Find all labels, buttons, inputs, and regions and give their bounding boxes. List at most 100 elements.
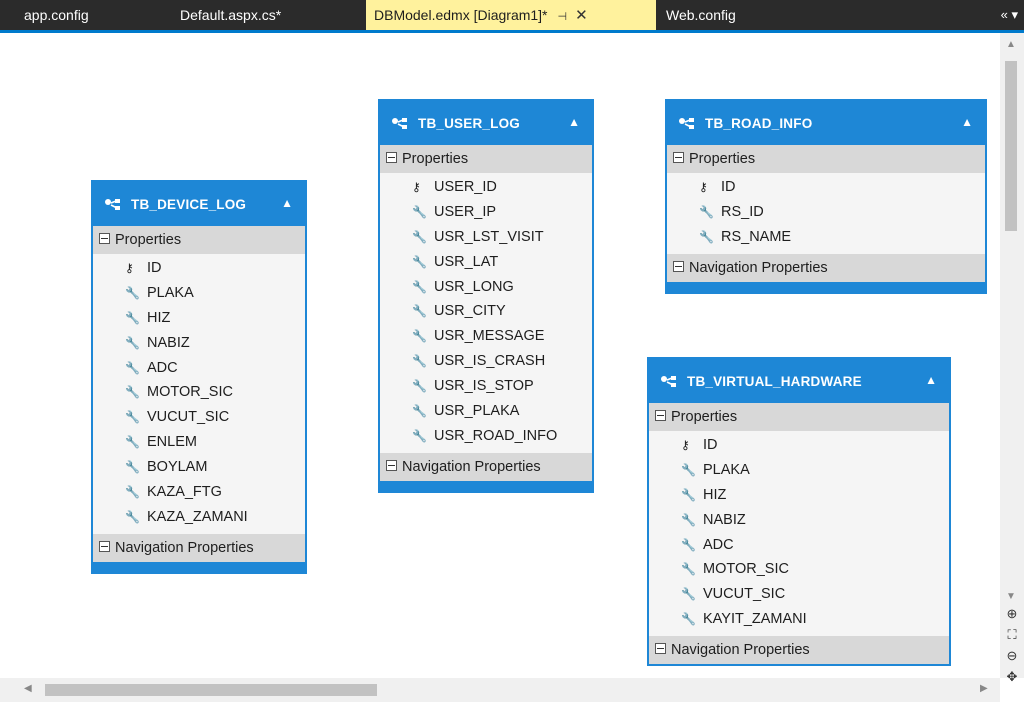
scroll-down-icon[interactable]: ▼ <box>1006 591 1016 602</box>
property-row[interactable]: 🔧 USR_IS_STOP <box>380 374 592 399</box>
property-row[interactable]: 🔧 USR_ROAD_INFO <box>380 424 592 449</box>
tab-dbmodel-edmx[interactable]: DBModel.edmx [Diagram1]* ⊣ ✕ <box>366 0 656 30</box>
collapse-section-icon[interactable] <box>655 410 666 422</box>
collapse-section-icon[interactable] <box>655 643 666 655</box>
vertical-scroll-thumb[interactable] <box>1005 61 1017 231</box>
entity-header[interactable]: TB_ROAD_INFO ▲ <box>667 101 985 145</box>
property-row[interactable]: 🔧 ADC <box>93 356 305 381</box>
close-icon[interactable]: ✕ <box>575 7 588 24</box>
entity-tb-user-log[interactable]: TB_USER_LOG ▲ Properties ⚷ USER_ID 🔧 USER_I… <box>378 99 594 493</box>
property-row[interactable]: 🔧 USR_LAT <box>380 250 592 275</box>
property-row[interactable]: 🔧 RS_NAME <box>667 225 985 250</box>
property-row[interactable]: 🔧 PLAKA <box>93 281 305 306</box>
key-icon: ⚷ <box>699 180 708 194</box>
diagram-canvas[interactable]: TB_DEVICE_LOG ▲ Properties ⚷ ID 🔧 PLAKA 🔧 HIZ… <box>0 33 998 678</box>
vertical-scrollbar[interactable]: ▲ ▼ <box>1000 33 1024 678</box>
collapse-section-icon[interactable] <box>673 152 684 164</box>
chevron-up-icon[interactable]: ▲ <box>281 196 293 210</box>
property-row[interactable]: 🔧 ADC <box>649 533 949 558</box>
wrench-icon: 🔧 <box>681 512 696 527</box>
navigation-properties-section[interactable]: Navigation Properties <box>649 636 949 665</box>
zoom-in-icon[interactable]: ⊕ <box>1000 603 1024 624</box>
property-row[interactable]: 🔧 NABIZ <box>93 331 305 356</box>
property-row[interactable]: 🔧 RS_ID <box>667 200 985 225</box>
property-row[interactable]: ⚷ USER_ID <box>380 175 592 200</box>
property-name: USR_ROAD_INFO <box>434 427 558 444</box>
zoom-fit-icon[interactable]: ⛶ <box>1000 624 1024 645</box>
collapse-section-icon[interactable] <box>386 459 397 471</box>
property-row[interactable]: 🔧 USR_IS_CRASH <box>380 349 592 374</box>
property-row[interactable]: 🔧 PLAKA <box>649 458 949 483</box>
tab-web-config[interactable]: Web.config <box>658 0 744 30</box>
properties-section[interactable]: Properties <box>649 403 949 431</box>
entity-tb-device-log[interactable]: TB_DEVICE_LOG ▲ Properties ⚷ ID 🔧 PLAKA 🔧 HIZ… <box>91 180 307 574</box>
dropdown-icon[interactable]: ▾ <box>1011 7 1018 22</box>
property-row[interactable]: 🔧 USR_PLAKA <box>380 399 592 424</box>
property-row[interactable]: ⚷ ID <box>667 175 985 200</box>
property-row[interactable]: ⚷ ID <box>649 433 949 458</box>
property-row[interactable]: ⚷ ID <box>93 256 305 281</box>
property-row[interactable]: 🔧 MOTOR_SIC <box>649 557 949 582</box>
entity-header[interactable]: TB_USER_LOG ▲ <box>380 101 592 145</box>
key-icon: ⚷ <box>412 180 421 194</box>
property-row[interactable]: 🔧 HIZ <box>649 483 949 508</box>
collapse-section-icon[interactable] <box>673 260 684 272</box>
property-name: USR_LAT <box>434 253 499 270</box>
chevron-up-icon[interactable]: ▲ <box>961 115 973 129</box>
navigation-properties-section[interactable]: Navigation Properties <box>667 253 985 282</box>
properties-section[interactable]: Properties <box>93 226 305 254</box>
property-row[interactable]: 🔧 VUCUT_SIC <box>93 405 305 430</box>
properties-section[interactable]: Properties <box>667 145 985 173</box>
entity-header[interactable]: TB_VIRTUAL_HARDWARE ▲ <box>649 359 949 403</box>
property-name: MOTOR_SIC <box>703 561 789 578</box>
tab-default-aspx-cs[interactable]: Default.aspx.cs* <box>172 0 289 30</box>
property-row[interactable]: 🔧 MOTOR_SIC <box>93 380 305 405</box>
navigation-properties-section[interactable]: Navigation Properties <box>380 452 592 481</box>
property-row[interactable]: 🔧 ENLEM <box>93 430 305 455</box>
property-row[interactable]: 🔧 VUCUT_SIC <box>649 582 949 607</box>
horizontal-scrollbar[interactable]: ◀ ▶ <box>0 678 1000 702</box>
wrench-icon: 🔧 <box>125 485 140 500</box>
pin-icon[interactable]: ⊣ <box>558 11 568 23</box>
property-row[interactable]: 🔧 KAZA_ZAMANI <box>93 505 305 530</box>
property-row[interactable]: 🔧 USR_CITY <box>380 299 592 324</box>
navigation-properties-section[interactable]: Navigation Properties <box>93 533 305 562</box>
tab-overflow-menu[interactable]: « ▾ <box>1001 0 1018 30</box>
zoom-out-icon[interactable]: ⊖ <box>1000 645 1024 666</box>
properties-section[interactable]: Properties <box>380 145 592 173</box>
wrench-icon: 🔧 <box>681 487 696 502</box>
property-row[interactable]: 🔧 NABIZ <box>649 508 949 533</box>
entity-tb-road-info[interactable]: TB_ROAD_INFO ▲ Properties ⚷ ID 🔧 RS_ID 🔧 RS_N… <box>665 99 987 294</box>
wrench-icon: 🔧 <box>681 587 696 602</box>
tab-app-config[interactable]: app.config <box>16 0 97 30</box>
scroll-tabs-icon[interactable]: « <box>1001 7 1008 22</box>
pan-icon[interactable]: ✥ <box>1000 666 1024 687</box>
property-name: KAYIT_ZAMANI <box>703 611 807 628</box>
property-row[interactable]: 🔧 USR_LST_VISIT <box>380 225 592 250</box>
property-row[interactable]: 🔧 USER_IP <box>380 200 592 225</box>
collapse-section-icon[interactable] <box>99 233 110 245</box>
property-row[interactable]: 🔧 HIZ <box>93 306 305 331</box>
entity-tb-virtual-hardware[interactable]: TB_VIRTUAL_HARDWARE ▲ Properties ⚷ ID 🔧 PLA… <box>647 357 951 667</box>
wrench-icon: 🔧 <box>412 304 427 319</box>
wrench-icon: 🔧 <box>412 329 427 344</box>
entity-name: TB_USER_LOG <box>418 115 520 131</box>
property-name: USR_IS_CRASH <box>434 353 546 370</box>
wrench-icon: 🔧 <box>125 310 140 325</box>
chevron-up-icon[interactable]: ▲ <box>925 373 937 387</box>
entity-header[interactable]: TB_DEVICE_LOG ▲ <box>93 182 305 226</box>
scroll-right-icon[interactable]: ▶ <box>980 683 988 694</box>
property-row[interactable]: 🔧 KAYIT_ZAMANI <box>649 607 949 632</box>
property-row[interactable]: 🔧 USR_LONG <box>380 275 592 300</box>
property-row[interactable]: 🔧 BOYLAM <box>93 455 305 480</box>
horizontal-scroll-thumb[interactable] <box>45 684 377 696</box>
scroll-up-icon[interactable]: ▲ <box>1006 39 1016 50</box>
property-name: USR_CITY <box>434 303 506 320</box>
property-row[interactable]: 🔧 USR_MESSAGE <box>380 324 592 349</box>
collapse-section-icon[interactable] <box>386 152 397 164</box>
scroll-left-icon[interactable]: ◀ <box>24 683 32 694</box>
wrench-icon: 🔧 <box>125 385 140 400</box>
property-row[interactable]: 🔧 KAZA_FTG <box>93 480 305 505</box>
collapse-section-icon[interactable] <box>99 540 110 552</box>
chevron-up-icon[interactable]: ▲ <box>568 115 580 129</box>
